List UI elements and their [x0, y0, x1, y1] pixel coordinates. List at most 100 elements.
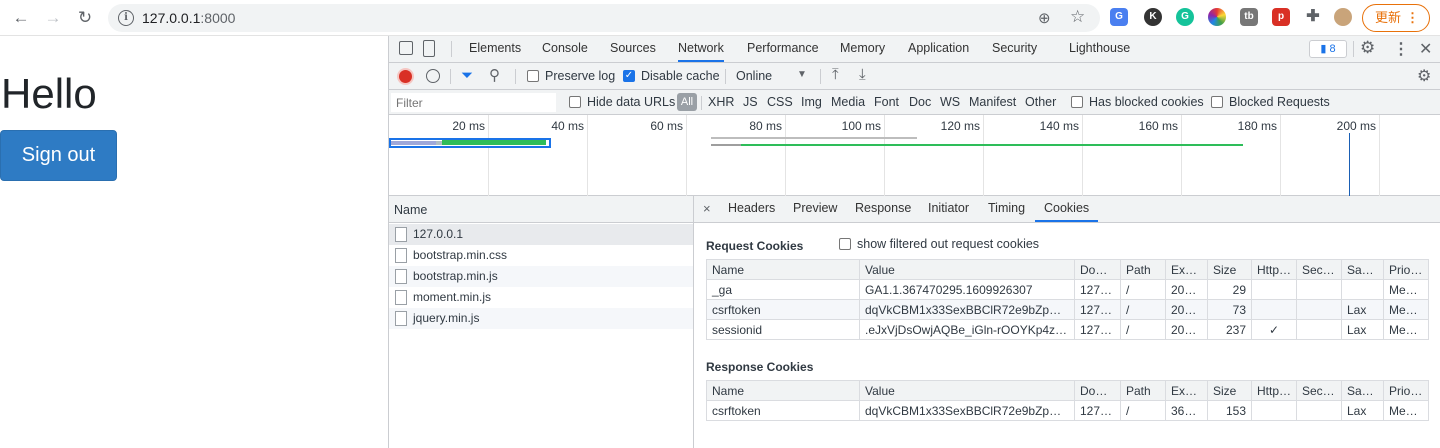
filter-type-doc[interactable]: Doc	[909, 95, 931, 109]
tab-application[interactable]: Application	[908, 36, 969, 62]
import-har-icon[interactable]: ⤒	[832, 66, 839, 83]
device-toolbar-icon[interactable]	[423, 40, 435, 57]
filter-type-xhr[interactable]: XHR	[708, 95, 734, 109]
tab-cookies[interactable]: Cookies	[1035, 196, 1099, 222]
column-header[interactable]: Prio…	[1383, 259, 1429, 280]
tab-security[interactable]: Security	[992, 36, 1037, 62]
tab-performance[interactable]: Performance	[747, 36, 819, 62]
tab-sources[interactable]: Sources	[610, 36, 656, 62]
blocked-requests-checkbox[interactable]	[1211, 96, 1223, 108]
inspect-element-icon[interactable]	[399, 41, 413, 55]
column-header[interactable]: Http…	[1251, 380, 1297, 401]
pdf-extension-icon[interactable]: p	[1272, 8, 1290, 26]
back-arrow-icon[interactable]: ←	[10, 7, 32, 29]
column-header[interactable]: Do…	[1074, 380, 1121, 401]
bookmark-star-icon[interactable]: ☆	[1070, 7, 1085, 27]
column-header[interactable]: Sec…	[1296, 380, 1342, 401]
column-header[interactable]: Name	[706, 380, 860, 401]
export-har-icon[interactable]: ⤓	[859, 66, 866, 83]
reload-icon[interactable]: ↻	[74, 7, 96, 29]
filter-type-js[interactable]: JS	[743, 95, 758, 109]
url-text[interactable]: 127.0.0.1:8000	[142, 10, 235, 26]
network-overview-timeline[interactable]: 20 ms 40 ms 60 ms 80 ms 100 ms 120 ms 14…	[389, 115, 1440, 196]
table-row[interactable]: csrftoken dqVkCBM1x33SexBBClR72e9bZpV… 1…	[706, 299, 1429, 320]
table-row[interactable]: sessionid .eJxVjDsOwjAQBe_iGln-rOOYKp4z……	[706, 319, 1429, 340]
column-header[interactable]: Exp…	[1165, 380, 1208, 401]
column-header[interactable]: Path	[1120, 380, 1166, 401]
preserve-log-checkbox[interactable]	[527, 70, 539, 82]
list-item[interactable]: 127.0.0.1	[389, 224, 693, 245]
tab-lighthouse[interactable]: Lighthouse	[1069, 36, 1130, 62]
list-item[interactable]: bootstrap.min.js	[389, 266, 693, 287]
name-column-header[interactable]: Name	[389, 196, 693, 223]
filter-type-img[interactable]: Img	[801, 95, 822, 109]
throttling-select[interactable]: Online	[736, 69, 772, 83]
color-wheel-icon[interactable]	[1208, 8, 1226, 26]
close-detail-icon[interactable]: ×	[703, 201, 711, 216]
tab-memory[interactable]: Memory	[840, 36, 885, 62]
has-blocked-cookies-label: Has blocked cookies	[1089, 95, 1204, 109]
list-item[interactable]: bootstrap.min.css	[389, 245, 693, 266]
filter-type-css[interactable]: CSS	[767, 95, 793, 109]
column-header[interactable]: Sa…	[1341, 380, 1384, 401]
disable-cache-checkbox[interactable]: ✓	[623, 70, 635, 82]
tab-network[interactable]: Network	[678, 36, 724, 62]
column-header[interactable]: Name	[706, 259, 860, 280]
column-header[interactable]: Value	[859, 380, 1075, 401]
zoom-icon[interactable]: ⊕	[1038, 9, 1056, 27]
more-options-icon[interactable]: ⋮	[1393, 39, 1409, 59]
avatar[interactable]	[1334, 8, 1352, 26]
info-icon[interactable]: i	[118, 10, 134, 26]
column-header[interactable]: Exp…	[1165, 259, 1208, 280]
close-icon[interactable]: ✕	[1419, 39, 1432, 59]
grammarly-icon[interactable]: G	[1176, 8, 1194, 26]
tab-console[interactable]: Console	[542, 36, 588, 62]
chevron-down-icon[interactable]: ▼	[797, 69, 807, 80]
filter-type-other[interactable]: Other	[1025, 95, 1056, 109]
sign-out-button[interactable]: Sign out	[0, 130, 117, 181]
list-item[interactable]: moment.min.js	[389, 287, 693, 308]
network-settings-gear-icon[interactable]: ⚙	[1417, 66, 1431, 86]
tab-preview[interactable]: Preview	[793, 196, 837, 222]
search-icon[interactable]: ⚲	[489, 66, 500, 84]
tab-headers[interactable]: Headers	[728, 196, 775, 222]
forward-arrow-icon[interactable]: →	[42, 7, 64, 29]
hide-data-urls-checkbox[interactable]	[569, 96, 581, 108]
tab-timing[interactable]: Timing	[988, 196, 1025, 222]
column-header[interactable]: Sa…	[1341, 259, 1384, 280]
has-blocked-cookies-checkbox[interactable]	[1071, 96, 1083, 108]
tb-extension-icon[interactable]: tb	[1240, 8, 1258, 26]
record-icon[interactable]	[399, 70, 412, 83]
messages-badge[interactable]: ▮ 8	[1309, 40, 1347, 58]
translate-icon[interactable]: G	[1110, 8, 1128, 26]
column-header[interactable]: Http…	[1251, 259, 1297, 280]
tab-elements[interactable]: Elements	[469, 36, 521, 62]
update-button[interactable]: 更新 ⋮	[1362, 4, 1430, 32]
table-row[interactable]: _ga GA1.1.367470295.1609926307 127… / 20…	[706, 279, 1429, 300]
gear-icon[interactable]: ⚙	[1360, 38, 1375, 58]
k-extension-icon[interactable]: K	[1144, 8, 1162, 26]
column-header[interactable]: Path	[1120, 259, 1166, 280]
address-bar[interactable]: i 127.0.0.1:8000 ⊕ ☆	[108, 4, 1100, 32]
column-header[interactable]: Size	[1207, 380, 1252, 401]
column-header[interactable]: Size	[1207, 259, 1252, 280]
table-row[interactable]: csrftoken dqVkCBM1x33SexBBClR72e9bZpV… 1…	[706, 400, 1429, 421]
filter-type-all[interactable]: All	[677, 93, 697, 111]
column-header[interactable]: Value	[859, 259, 1075, 280]
filter-type-ws[interactable]: WS	[940, 95, 960, 109]
filter-type-manifest[interactable]: Manifest	[969, 95, 1016, 109]
document-icon	[395, 227, 407, 242]
tab-initiator[interactable]: Initiator	[928, 196, 969, 222]
filter-icon[interactable]: ⏷	[461, 67, 473, 84]
filter-type-font[interactable]: Font	[874, 95, 899, 109]
filter-input[interactable]	[391, 93, 556, 112]
clear-icon[interactable]	[426, 69, 440, 83]
column-header[interactable]: Sec…	[1296, 259, 1342, 280]
column-header[interactable]: Do…	[1074, 259, 1121, 280]
puzzle-extensions-icon[interactable]: ✚	[1304, 8, 1322, 26]
tab-response[interactable]: Response	[855, 196, 911, 222]
filter-type-media[interactable]: Media	[831, 95, 865, 109]
show-filtered-checkbox[interactable]	[839, 238, 851, 250]
list-item[interactable]: jquery.min.js	[389, 308, 693, 329]
column-header[interactable]: Prio…	[1383, 380, 1429, 401]
